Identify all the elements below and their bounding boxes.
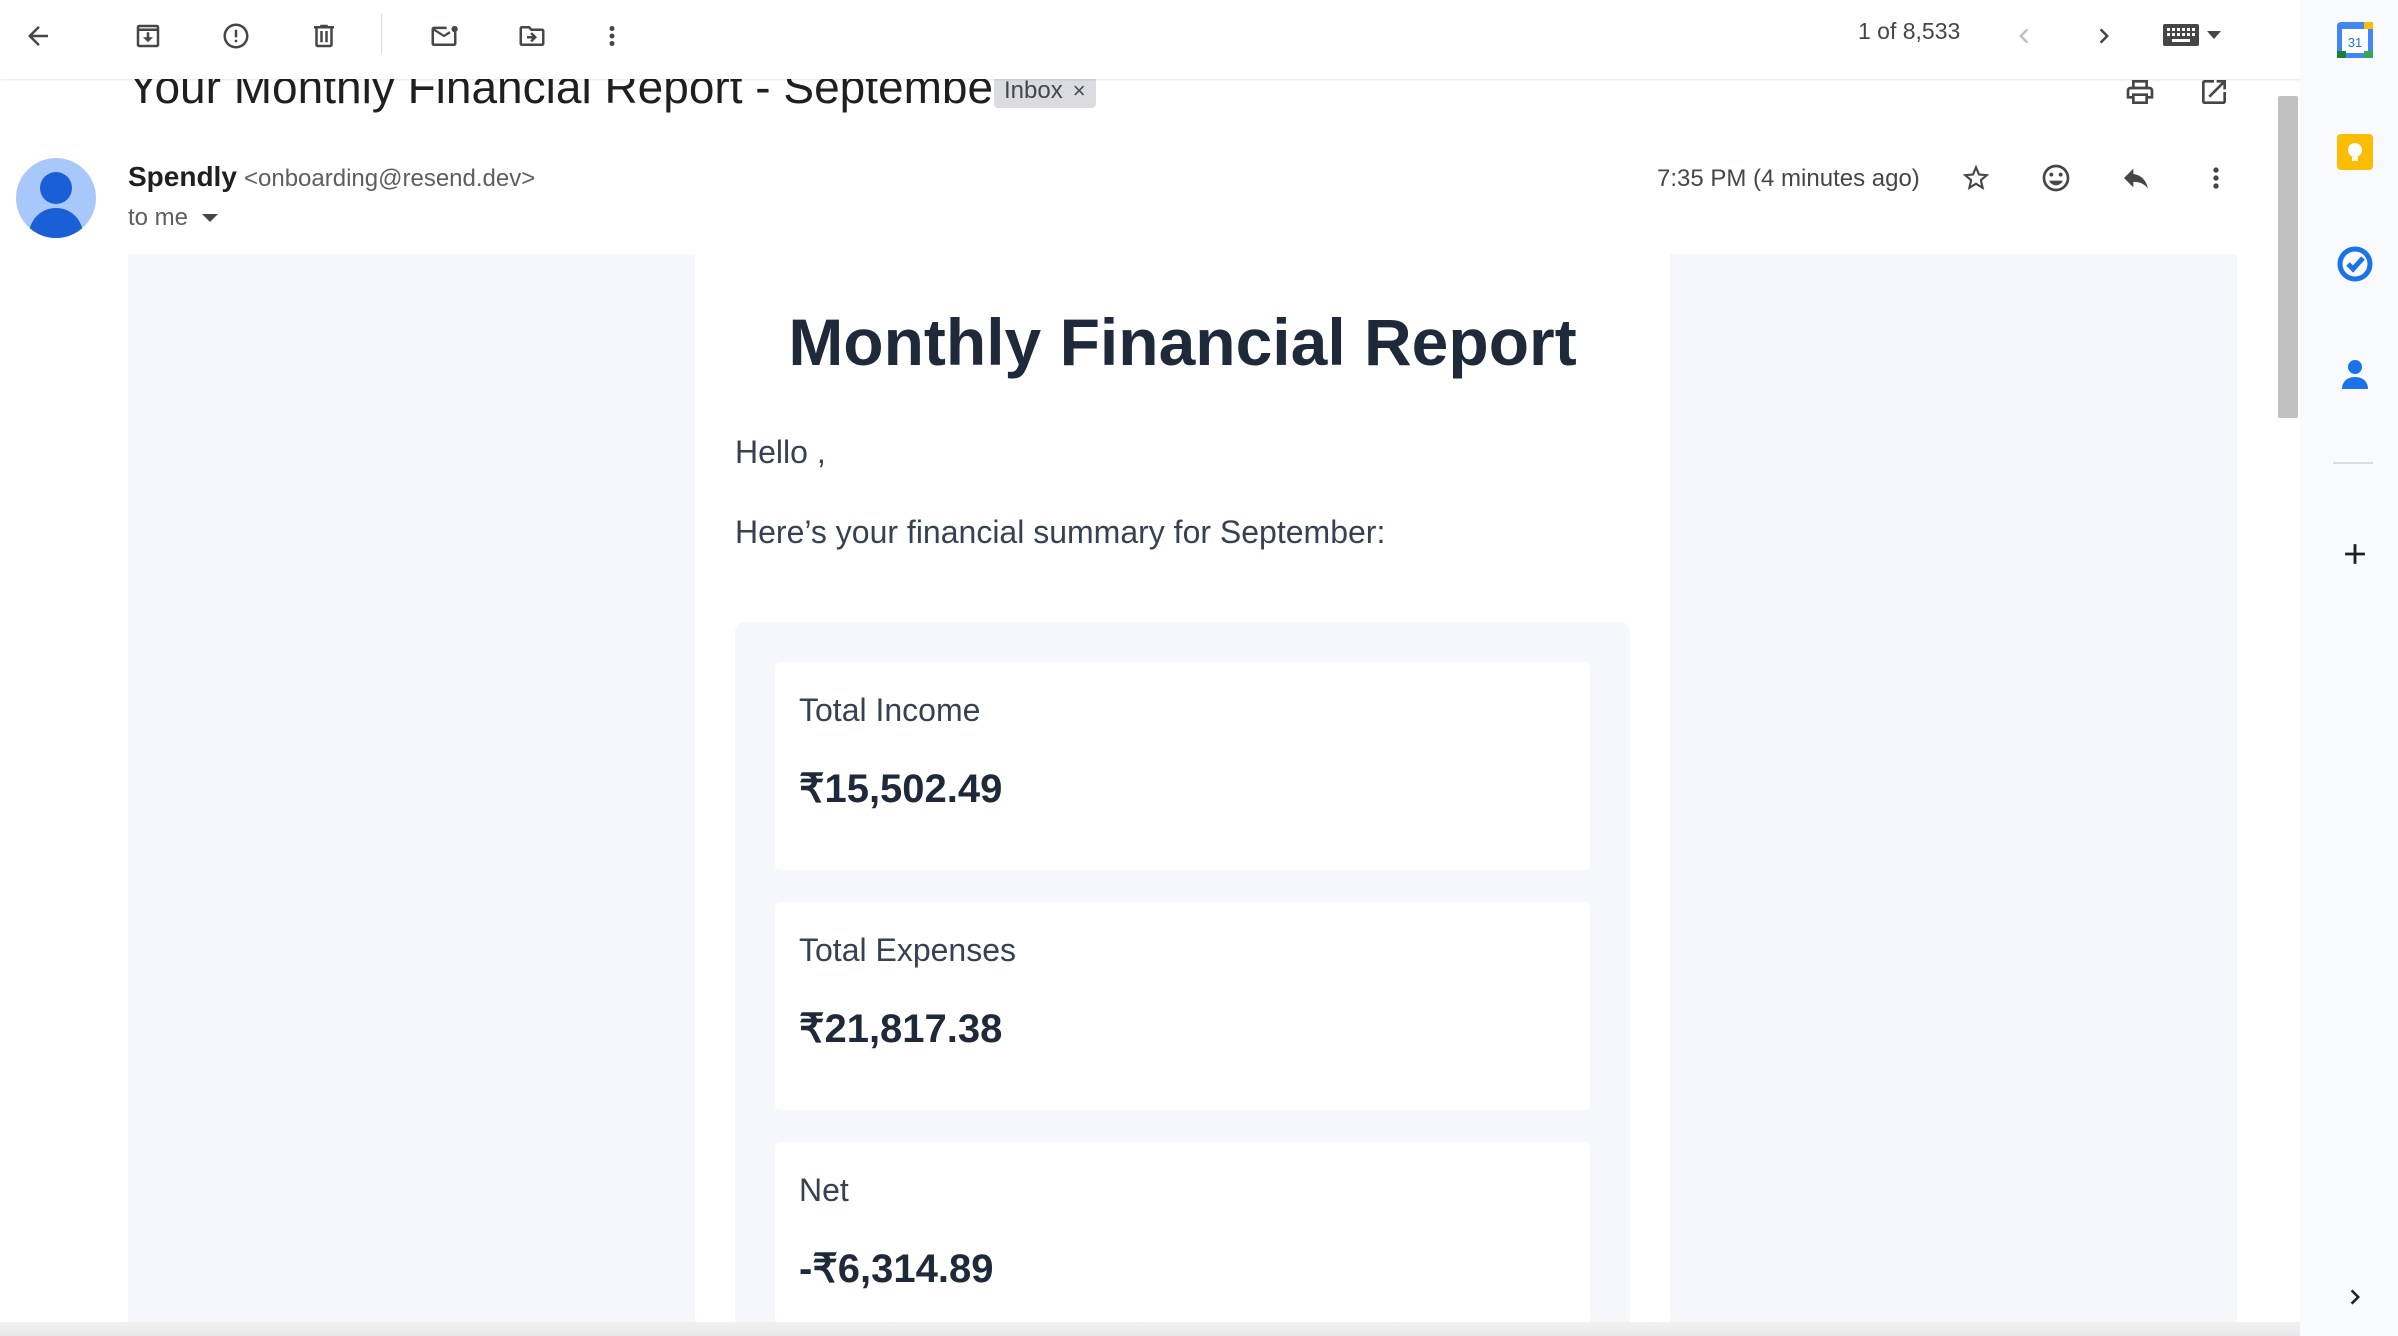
chevron-down-icon [202, 214, 219, 222]
side-panel [2300, 0, 2398, 1336]
greeting-text: Hello , [735, 434, 826, 470]
stat-label: Total Expenses [799, 932, 1017, 968]
tasks-icon[interactable] [2333, 242, 2377, 286]
stat-value: ₹21,817.38 [799, 1007, 1003, 1051]
avatar[interactable] [16, 158, 96, 238]
report-title: Monthly Financial Report [788, 305, 1577, 379]
mail-toolbar: 1 of 8,533 [0, 0, 2300, 79]
stat-label: Total Income [799, 692, 981, 728]
recipient-text: to me [128, 204, 189, 231]
label-chip-inbox[interactable]: Inbox × [994, 74, 1096, 108]
scrollbar-thumb[interactable] [2278, 96, 2298, 418]
remove-label-icon[interactable]: × [1073, 78, 1086, 104]
keep-icon[interactable] [2333, 130, 2377, 174]
keyboard-icon[interactable] [2150, 14, 2234, 56]
reply-icon[interactable] [2112, 154, 2160, 202]
archive-icon[interactable] [124, 12, 172, 60]
bottom-edge [0, 1322, 2300, 1336]
email-timestamp: 7:35 PM (4 minutes ago) [1657, 165, 1920, 192]
emoji-reaction-icon[interactable] [2032, 154, 2080, 202]
report-spam-icon[interactable] [212, 12, 260, 60]
avatar-person-head [40, 172, 72, 204]
stat-card-net: Net -₹6,314.89 [775, 1142, 1590, 1322]
keyboard-caret-icon [2207, 31, 2221, 39]
toolbar-divider [381, 14, 382, 54]
stat-label: Net [799, 1172, 849, 1208]
calendar-day-number: 31 [2348, 35, 2362, 50]
mail-view: 1 of 8,533 Your Monthly Financial Report… [0, 0, 2300, 1322]
sender-name[interactable]: Spendly [128, 161, 237, 193]
mark-unread-icon[interactable] [420, 12, 468, 60]
move-to-icon[interactable] [508, 12, 556, 60]
contacts-icon[interactable] [2333, 352, 2377, 396]
back-arrow-icon[interactable] [14, 12, 62, 60]
stat-value: -₹6,314.89 [799, 1247, 994, 1291]
message-more-vert-icon[interactable] [2192, 154, 2240, 202]
side-panel-divider [2333, 462, 2373, 464]
older-chevron-right-icon[interactable] [2080, 12, 2128, 60]
pager-count: 1 of 8,533 [1858, 18, 1961, 44]
delete-icon[interactable] [300, 12, 348, 60]
stat-value: ₹15,502.49 [799, 767, 1003, 811]
stats-panel: Total Income ₹15,502.49 Total Expenses ₹… [735, 622, 1630, 1322]
more-vert-icon[interactable] [588, 12, 636, 60]
label-chip-text: Inbox [1004, 77, 1063, 104]
stat-card-total-expenses: Total Expenses ₹21,817.38 [775, 902, 1590, 1110]
newer-chevron-left-icon[interactable] [2000, 12, 2048, 60]
expand-panel-chevron-icon[interactable] [2333, 1275, 2377, 1319]
add-icon[interactable] [2333, 532, 2377, 576]
email-content-card: Monthly Financial Report Hello , Here’s … [695, 254, 1670, 1322]
stat-card-total-income: Total Income ₹15,502.49 [775, 662, 1590, 870]
summary-intro-text: Here’s your financial summary for Septem… [735, 514, 1386, 550]
recipient-details-toggle[interactable]: to me [128, 204, 219, 232]
avatar-person-body [29, 208, 83, 238]
sender-email: <onboarding@resend.dev> [244, 165, 536, 192]
calendar-icon[interactable]: 31 [2333, 18, 2377, 62]
star-icon[interactable] [1952, 154, 2000, 202]
